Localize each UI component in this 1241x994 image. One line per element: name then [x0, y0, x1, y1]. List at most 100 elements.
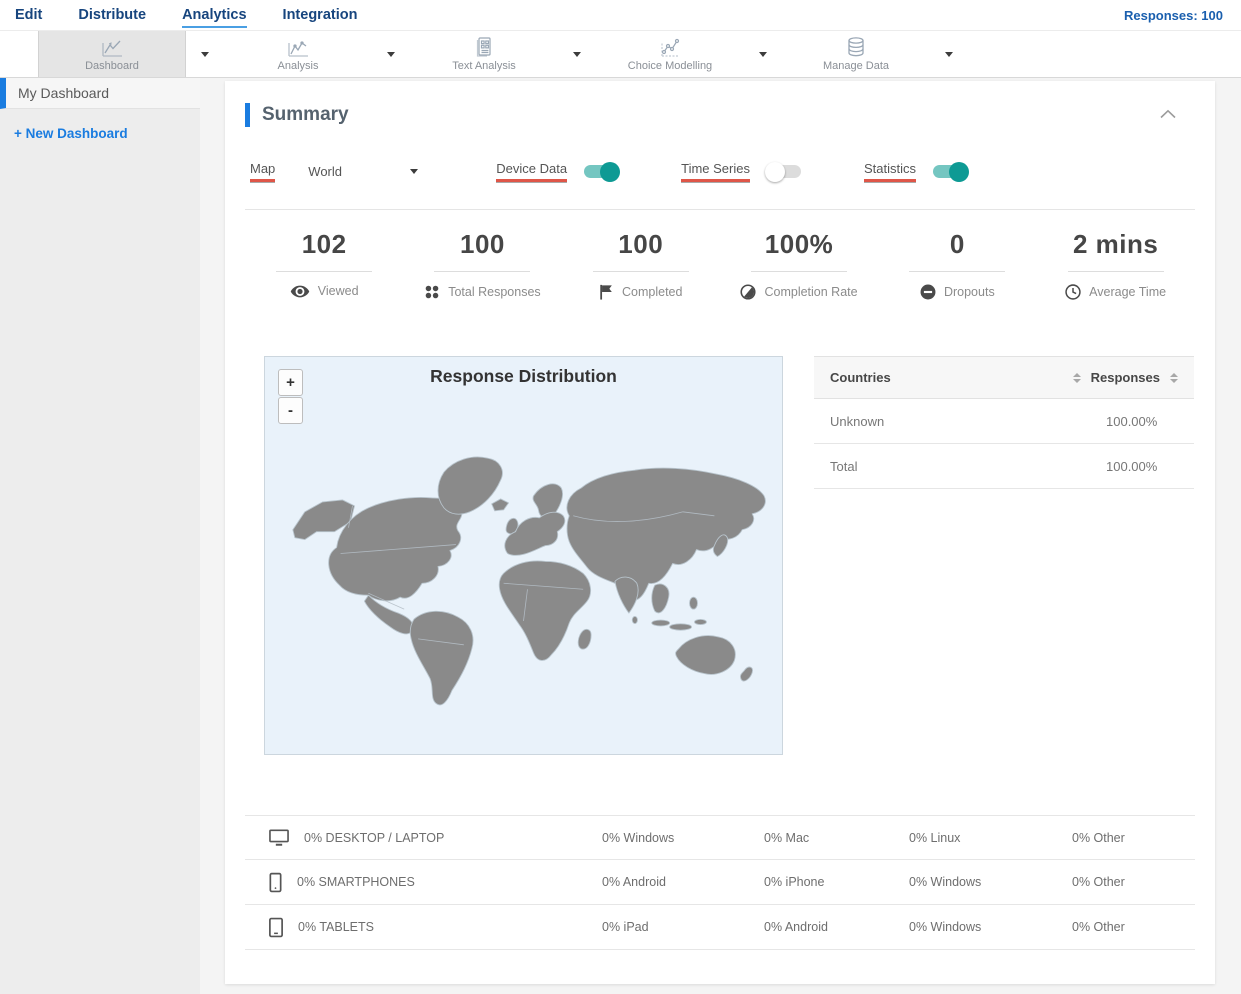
device-stat: 0% Windows	[909, 875, 982, 889]
device-stat: 0% Other	[1072, 830, 1125, 845]
zoom-out-button[interactable]: -	[278, 397, 303, 424]
divider	[276, 271, 373, 272]
divider	[434, 271, 531, 272]
scatter-chart-icon	[657, 37, 683, 58]
toggle-knob	[600, 161, 621, 182]
analysis-dropdown-caret[interactable]	[372, 51, 410, 57]
sidebar-item-my-dashboard[interactable]: My Dashboard	[0, 78, 200, 109]
document-grid-icon	[471, 36, 497, 58]
device-label: 0% SMARTPHONES	[297, 875, 415, 889]
tablet-icon	[269, 917, 283, 937]
text-analysis-dropdown-caret[interactable]	[558, 51, 596, 57]
time-series-label: Time Series	[681, 161, 750, 182]
analysis-button[interactable]: Analysis	[224, 31, 372, 77]
toolbar-group-choice-modelling: Choice Modelling	[596, 31, 782, 77]
countries-column-header[interactable]: Countries	[830, 370, 1063, 385]
nav-tabs: Edit Distribute Analytics Integration	[15, 3, 357, 28]
manage-data-dropdown-caret[interactable]	[930, 51, 968, 57]
workspace: My Dashboard + New Dashboard Summary Map…	[0, 78, 1241, 994]
sort-icon[interactable]	[1072, 372, 1081, 383]
stat-completed: 100 Completed	[562, 229, 720, 300]
collapse-chevron-up-icon[interactable]	[1159, 106, 1177, 124]
device-data-toggle[interactable]	[584, 161, 621, 182]
stat-dropouts: 0 Dropouts	[878, 229, 1036, 300]
device-stat: 0% iPhone	[764, 875, 825, 889]
manage-data-button[interactable]: Manage Data	[782, 31, 930, 77]
time-series-toggle[interactable]	[764, 161, 801, 182]
section-title: Summary	[262, 104, 349, 125]
country-responses: 100.00%	[1106, 413, 1158, 429]
summary-panel: Summary Map World Device Data Time Serie…	[225, 81, 1215, 984]
stat-value: 0	[949, 229, 965, 259]
response-distribution-map[interactable]: Response Distribution + -	[264, 356, 783, 755]
choice-modelling-button[interactable]: Choice Modelling	[596, 31, 744, 77]
minus-circle-icon	[920, 284, 936, 300]
statistics-toggle[interactable]	[933, 161, 969, 182]
device-label: 0% TABLETS	[298, 920, 374, 934]
text-analysis-button[interactable]: Text Analysis	[410, 31, 558, 77]
dashboard-dropdown-caret[interactable]	[186, 51, 224, 57]
dashboard-sidebar: My Dashboard + New Dashboard	[0, 78, 200, 994]
map-label: Map	[250, 161, 276, 182]
device-data-label: Device Data	[496, 161, 568, 182]
stat-total-responses: 100 Total Responses	[403, 229, 561, 300]
new-dashboard-button[interactable]: + New Dashboard	[14, 126, 200, 141]
nav-tab-distribute[interactable]: Distribute	[78, 3, 146, 28]
zoom-in-button[interactable]: +	[278, 369, 303, 396]
map-zoom-controls: + -	[278, 369, 303, 424]
device-stat: 0% Linux	[909, 830, 961, 845]
stat-value: 2 mins	[1072, 229, 1159, 259]
toolbar-label: Dashboard	[85, 59, 139, 72]
countries-table-header: Countries Responses	[814, 356, 1194, 399]
map-region-select[interactable]: World	[308, 164, 419, 179]
summary-header: Summary	[245, 103, 1195, 127]
kpi-stats-row: 102 Viewed 100 Total Responses 100 Compl…	[245, 229, 1195, 300]
stat-value: 100	[460, 229, 505, 259]
time-series-toggle-group: Time Series	[681, 161, 801, 182]
nav-tab-analytics[interactable]: Analytics	[182, 3, 247, 28]
toolbar-label: Analysis	[277, 59, 319, 72]
toolbar-group-dashboard: Dashboard	[38, 31, 224, 77]
table-row: Total 100.00%	[814, 444, 1194, 489]
stat-label: Completion Rate	[764, 285, 858, 299]
device-stat: 0% Other	[1072, 920, 1125, 934]
stat-completion-rate: 100% Completion Rate	[720, 229, 878, 300]
stat-label: Dropouts	[943, 285, 995, 299]
divider	[751, 271, 848, 272]
device-stat: 0% Windows	[909, 920, 982, 934]
toolbar-group-analysis: Analysis	[224, 31, 410, 77]
flag-icon	[600, 284, 612, 300]
main-content: Summary Map World Device Data Time Serie…	[200, 78, 1241, 994]
device-stat: 0% Android	[602, 875, 666, 889]
table-row: 0% SMARTPHONES 0% Android 0% iPhone 0% W…	[245, 860, 1195, 905]
device-data-toggle-group: Device Data	[496, 161, 621, 182]
clock-icon	[1065, 284, 1081, 300]
line-chart-icon	[99, 37, 125, 58]
responses-count[interactable]: Responses: 100	[1124, 8, 1223, 23]
device-stat: 0% Other	[1072, 875, 1125, 889]
device-stat: 0% Android	[764, 920, 828, 934]
toolbar-label: Text Analysis	[452, 60, 516, 72]
toolbar-label: Manage Data	[822, 60, 890, 72]
map-title: Response Distribution	[430, 366, 617, 386]
summary-controls: Map World Device Data Time Series Statis…	[245, 161, 1195, 182]
table-row: Unknown 100.00%	[814, 399, 1194, 444]
nav-tab-edit[interactable]: Edit	[15, 3, 42, 28]
stat-viewed: 102 Viewed	[245, 229, 403, 300]
eye-icon	[290, 285, 310, 297]
toggle-knob	[764, 161, 785, 182]
database-icon	[844, 36, 868, 58]
dashboard-button[interactable]: Dashboard	[38, 31, 186, 77]
map-region-value: World	[308, 164, 343, 179]
divider	[592, 271, 689, 272]
sort-icon[interactable]	[1170, 372, 1178, 383]
divider	[909, 271, 1006, 272]
world-map[interactable]	[265, 357, 782, 754]
sidebar-item-label: My Dashboard	[18, 85, 110, 101]
choice-modelling-dropdown-caret[interactable]	[744, 51, 782, 57]
stat-value: 100%	[764, 229, 834, 259]
nav-tab-integration[interactable]: Integration	[283, 3, 358, 28]
stat-label: Total Responses	[448, 285, 541, 299]
responses-column-header[interactable]: Responses	[1091, 370, 1160, 385]
country-name: Unknown	[830, 413, 885, 429]
